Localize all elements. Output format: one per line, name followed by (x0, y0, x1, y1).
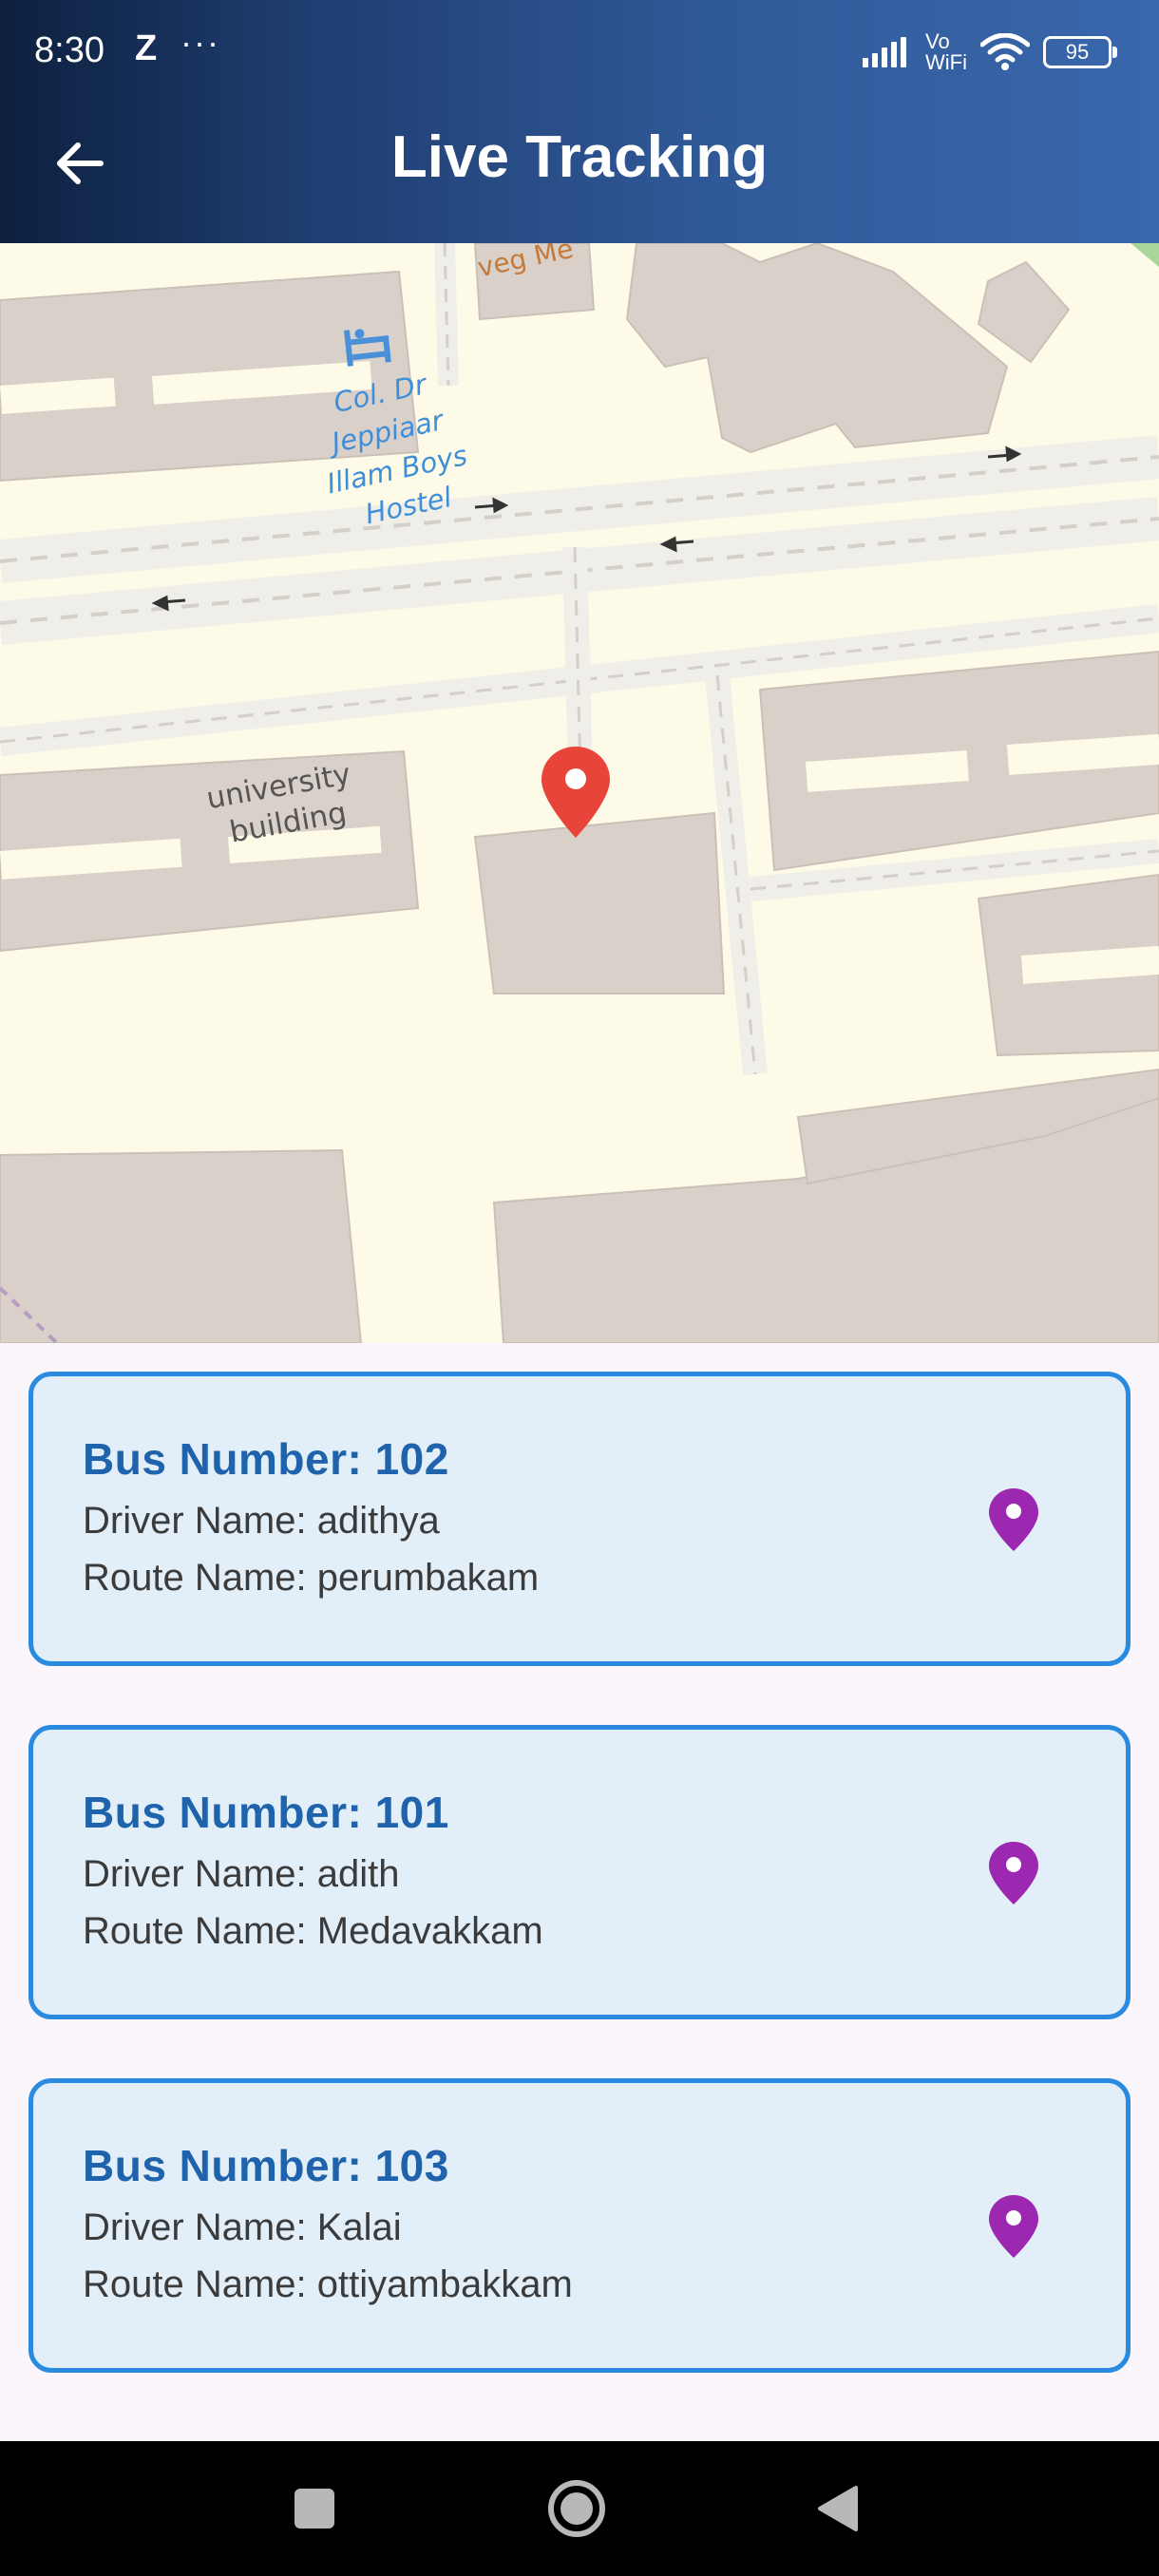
bus-list: Bus Number: 102 Driver Name: adithya Rou… (0, 1343, 1159, 2441)
location-pin-icon[interactable] (989, 2195, 1038, 2258)
map-building (0, 1148, 363, 1343)
nav-back-button[interactable] (804, 2475, 870, 2542)
bus-card[interactable]: Bus Number: 101 Driver Name: adith Route… (28, 1725, 1130, 2019)
battery-level: 95 (1065, 40, 1090, 64)
vowifi-label-top: Vo (925, 29, 950, 53)
system-nav-bar (0, 2441, 1159, 2576)
map-building (473, 811, 726, 994)
driver-name: Driver Name: adith (83, 1853, 400, 1895)
bus-card[interactable]: Bus Number: 102 Driver Name: adithya Rou… (28, 1372, 1130, 1666)
map-view[interactable]: Col. Dr Jeppiaar Illam Boys Hostel unive… (0, 243, 1159, 1343)
bus-number: Bus Number: 102 (83, 1434, 449, 1484)
square-icon (294, 2489, 334, 2529)
home-button[interactable] (543, 2475, 610, 2542)
location-pin-icon[interactable] (989, 1842, 1038, 1904)
location-pin-icon[interactable] (989, 1488, 1038, 1551)
route-name: Route Name: perumbakam (83, 1557, 540, 1599)
route-name: Route Name: ottiyambakkam (83, 2263, 573, 2305)
vowifi-indicator: Vo WiFi (925, 31, 967, 73)
circle-home-icon (548, 2480, 605, 2537)
driver-name: Driver Name: adithya (83, 1500, 440, 1542)
vowifi-label-bottom: WiFi (925, 50, 967, 74)
status-icons: Vo WiFi 95 (863, 27, 1117, 78)
live-tracking-screen: 8:30 Z ··· Vo WiFi 95 Live Tracking Col.… (0, 0, 1159, 2576)
app-indicator: Z (135, 28, 158, 68)
triangle-back-icon (818, 2486, 858, 2531)
status-time: 8:30 (34, 30, 104, 70)
bus-card[interactable]: Bus Number: 103 Driver Name: Kalai Route… (28, 2078, 1130, 2373)
battery-icon: 95 (1043, 36, 1117, 68)
bus-number: Bus Number: 101 (83, 1788, 449, 1837)
signal-icon (863, 37, 907, 67)
recents-button[interactable] (281, 2475, 348, 2542)
driver-name: Driver Name: Kalai (83, 2207, 402, 2248)
route-name: Route Name: Medavakkam (83, 1910, 543, 1952)
more-notifications-indicator: ··· (180, 23, 220, 62)
page-title: Live Tracking (390, 124, 769, 190)
bus-number: Bus Number: 103 (83, 2141, 449, 2190)
status-bar: 8:30 Z ··· Vo WiFi 95 (0, 0, 1159, 104)
map-canvas: Col. Dr Jeppiaar Illam Boys Hostel unive… (0, 243, 1159, 1343)
app-header: 8:30 Z ··· Vo WiFi 95 Live Tracking (0, 0, 1159, 243)
wifi-icon (980, 33, 1030, 70)
